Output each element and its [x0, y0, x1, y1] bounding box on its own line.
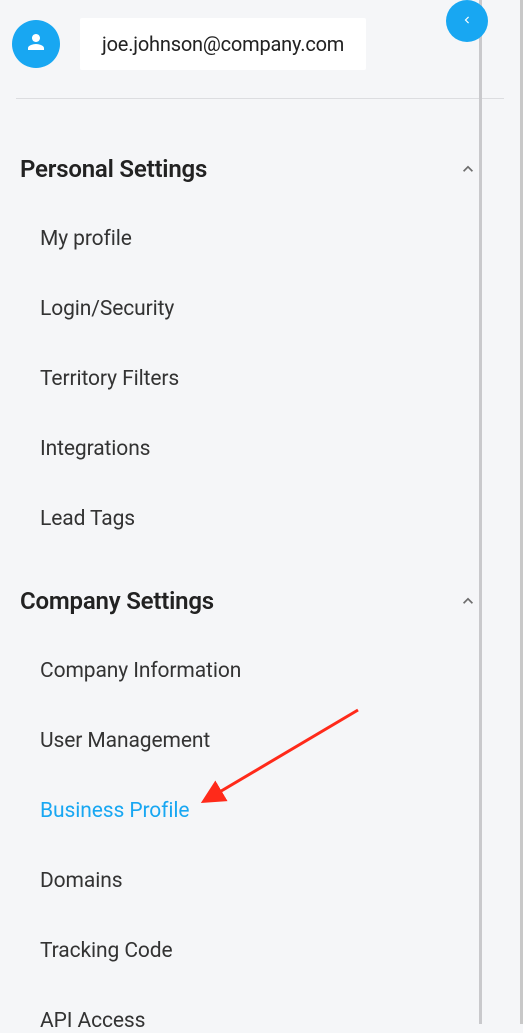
settings-sidebar: joe.johnson@company.com Personal Setting… [0, 0, 523, 1024]
sidebar-content: Personal Settings My profile Login/Secur… [0, 155, 520, 1033]
section-items-company: Company Information User Management Busi… [20, 659, 504, 1033]
section-header-personal[interactable]: Personal Settings [20, 155, 504, 183]
chevron-left-icon [460, 12, 474, 31]
collapse-sidebar-button[interactable] [446, 0, 488, 42]
nav-item-login-security[interactable]: Login/Security [40, 297, 504, 321]
nav-item-integrations[interactable]: Integrations [40, 437, 504, 461]
sidebar-divider [479, 0, 482, 1024]
nav-item-my-profile[interactable]: My profile [40, 227, 504, 251]
nav-item-lead-tags[interactable]: Lead Tags [40, 507, 504, 531]
nav-item-company-information[interactable]: Company Information [40, 659, 504, 683]
nav-item-tracking-code[interactable]: Tracking Code [40, 939, 504, 963]
section-title: Personal Settings [20, 155, 207, 183]
email-display[interactable]: joe.johnson@company.com [80, 18, 366, 70]
avatar[interactable] [12, 20, 60, 68]
chevron-up-icon [456, 157, 480, 181]
nav-item-territory-filters[interactable]: Territory Filters [40, 367, 504, 391]
chevron-up-icon [456, 589, 480, 613]
sidebar-header: joe.johnson@company.com [0, 0, 520, 98]
nav-item-business-profile[interactable]: Business Profile [40, 799, 504, 823]
person-icon [24, 30, 48, 58]
section-items-personal: My profile Login/Security Territory Filt… [20, 227, 504, 531]
section-personal: Personal Settings My profile Login/Secur… [20, 155, 504, 531]
nav-item-domains[interactable]: Domains [40, 869, 504, 893]
section-company: Company Settings Company Information Use… [20, 587, 504, 1033]
section-header-company[interactable]: Company Settings [20, 587, 504, 615]
nav-item-api-access[interactable]: API Access [40, 1009, 504, 1033]
horizontal-divider [16, 98, 504, 99]
section-title: Company Settings [20, 587, 214, 615]
nav-item-user-management[interactable]: User Management [40, 729, 504, 753]
